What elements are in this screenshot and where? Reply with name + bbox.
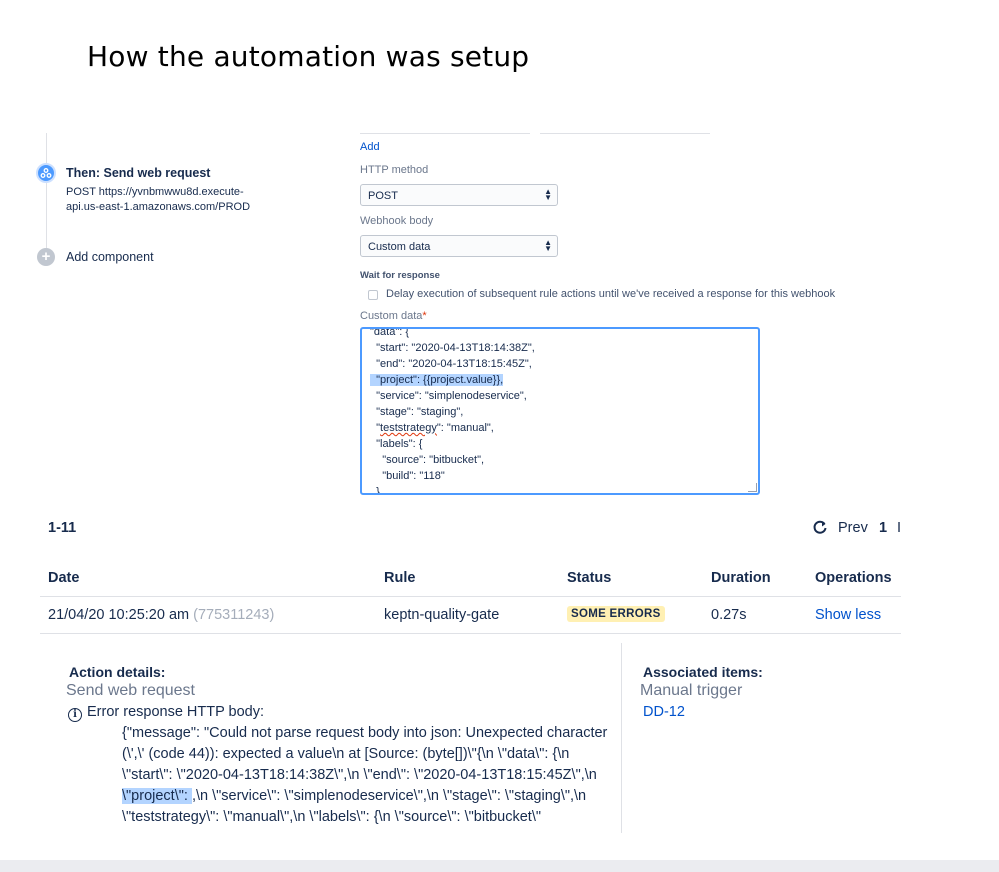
issue-link[interactable]: DD-12 [643,704,685,720]
row-duration: 0.27s [711,607,747,623]
code-line: "labels": { [370,438,423,450]
http-method-value: POST [368,190,398,202]
step-title[interactable]: Then: Send web request [66,166,210,180]
code-line: } [370,486,380,495]
row-rule: keptn-quality-gate [384,607,500,623]
header-value-field[interactable] [540,133,710,134]
add-header-link[interactable]: Add [360,141,380,153]
next-page-partial[interactable]: I [897,520,901,536]
webhook-body-label: Webhook body [360,215,434,227]
column-header-status[interactable]: Status [567,570,611,586]
custom-data-label-text: Custom data [360,310,423,322]
spellcheck-word: teststrategy [380,422,437,434]
trigger-name: Manual trigger [640,682,743,699]
code-line: "stage": "staging", [370,406,464,418]
status-badge: SOME ERRORS [567,606,665,622]
column-header-rule[interactable]: Rule [384,570,415,586]
code-line: "source": "bitbucket", [370,454,485,466]
code-fragment: ": "manual", [436,422,494,434]
info-icon: i [68,708,82,722]
action-name: Send web request [66,682,195,699]
error-body: {"message": "Could not parse request bod… [122,723,612,833]
select-arrows-icon: ▲ ▼ [544,187,552,202]
code-line: "service": "simplenodeservice", [370,390,527,402]
header-field[interactable] [360,133,530,134]
code-line: "project": {{project.value}}, [370,372,535,388]
error-body-highlight: \"project\": [122,788,192,804]
error-body-text: {"message": "Could not parse request bod… [122,725,608,783]
details-divider [621,643,622,833]
http-method-select[interactable]: POST ▲ ▼ [360,184,558,206]
add-icon[interactable]: + [37,248,55,266]
selected-text: "project": {{project.value}}, [370,374,504,386]
custom-data-label: Custom data* [360,310,427,322]
wait-for-response-label: Wait for response [360,270,440,281]
row-date-text: 21/04/20 10:25:20 am [48,607,190,623]
resize-handle[interactable] [748,483,757,492]
prev-page-button[interactable]: Prev [838,520,868,536]
refresh-icon[interactable] [812,519,828,535]
chain-connector [46,133,47,163]
step-url: POST https://yvnbmwwu8d.execute-api.us-e… [66,186,251,213]
code-fragment: " [370,422,381,434]
bottom-bar [0,860,999,872]
column-header-date[interactable]: Date [48,570,79,586]
code-line: "end": "2020-04-13T18:15:45Z", [370,358,532,370]
row-divider [40,633,901,634]
custom-data-textarea[interactable]: "data": { "start": "2020-04-13T18:14:38Z… [360,327,760,495]
row-id: (775311243) [193,607,275,623]
row-date: 21/04/20 10:25:20 am (775311243) [48,607,274,623]
webhook-body-value: Custom data [368,241,431,253]
add-component-button[interactable]: Add component [66,250,154,264]
wait-checkbox-label[interactable]: Delay execution of subsequent rule actio… [386,288,835,300]
column-header-operations[interactable]: Operations [815,570,892,586]
code-line: "data": { [370,327,410,338]
error-title: i Error response HTTP body: [68,704,264,722]
page-title: How the automation was setup [87,40,530,73]
associated-items-heading: Associated items: [643,664,763,680]
error-title-text: Error response HTTP body: [87,704,265,720]
code-line: "start": "2020-04-13T18:14:38Z", [370,342,535,354]
code-content: "data": { "start": "2020-04-13T18:14:38Z… [370,327,535,495]
select-arrows-icon: ▲ ▼ [544,238,552,253]
header-divider [40,596,901,597]
webhook-icon[interactable] [36,163,56,183]
action-details-heading: Action details: [69,664,166,680]
code-line: "build": "118" [370,470,445,482]
webhook-body-select[interactable]: Custom data ▲ ▼ [360,235,558,257]
current-page[interactable]: 1 [879,520,887,536]
result-range: 1-11 [48,520,77,536]
wait-checkbox[interactable] [368,290,378,300]
http-method-label: HTTP method [360,164,429,176]
code-line: "teststrategy": "manual", [370,420,535,436]
column-header-duration[interactable]: Duration [711,570,771,586]
error-body-text: ,\n \"service\": \"simplenodeservice\",\… [122,788,587,825]
required-asterisk: * [422,310,427,322]
chain-connector [46,183,47,248]
show-less-link[interactable]: Show less [815,607,881,623]
